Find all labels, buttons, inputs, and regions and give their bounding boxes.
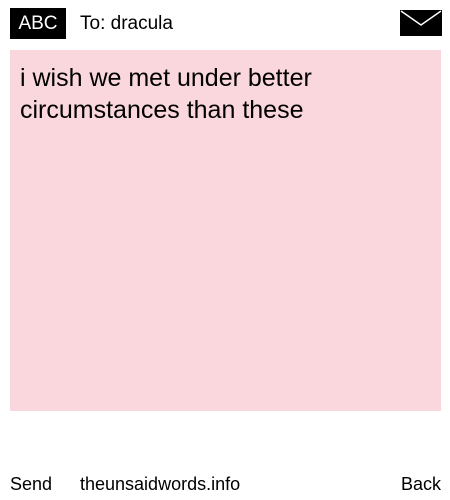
message-body[interactable]: i wish we met under better circumstances… — [10, 50, 441, 411]
site-label: theunsaidwords.info — [80, 474, 241, 494]
input-mode-badge[interactable]: ABC — [10, 8, 66, 39]
message-text: i wish we met under better circumstances… — [20, 64, 312, 124]
recipient-field[interactable]: To: dracula — [80, 8, 173, 39]
envelope-icon — [400, 10, 442, 36]
back-button[interactable]: Back — [401, 470, 441, 498]
softkey-bar: Send theunsaidwords.info Back — [0, 470, 450, 498]
send-button[interactable]: Send — [10, 470, 52, 498]
message-header: ABC To: dracula — [0, 0, 450, 46]
